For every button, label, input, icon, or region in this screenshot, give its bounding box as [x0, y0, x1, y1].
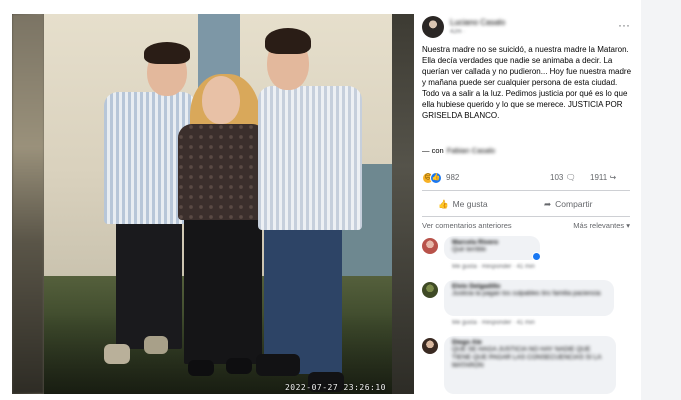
comment-bubble: Marcela Rivero Qué terrible [444, 236, 540, 260]
photo-left-blur-strip [12, 14, 44, 394]
like-button-label: Me gusta [452, 199, 488, 209]
person-center-shoe [226, 358, 252, 374]
post-panel: Luciano Casalo 42m · ··· Nuestra madre n… [414, 14, 638, 400]
shares-count[interactable]: 1911 ↪ [590, 173, 616, 182]
tagged-with: — con Fabian Casalo [422, 146, 495, 155]
share-button-label: Compartir [555, 199, 593, 209]
person-center-blouse [178, 124, 266, 220]
previous-comments-link[interactable]: Ver comentarios anteriores [422, 221, 512, 230]
comment-reaction-icon [532, 252, 541, 261]
person-left-hair [144, 42, 190, 64]
thumbs-up-icon: 👍 [438, 198, 449, 209]
share-button[interactable]: ➦ Compartir [544, 196, 592, 212]
person-left-shoe [144, 336, 168, 354]
commenter-avatar[interactable] [422, 282, 438, 298]
comment-text: Qué terrible [452, 246, 486, 253]
person-left-legs [116, 219, 182, 349]
divider-bottom [422, 216, 630, 217]
commenter-name[interactable]: Elvio Delgadillo [452, 283, 606, 290]
chevron-down-icon: ▾ [626, 221, 630, 230]
person-center-shoe [188, 360, 214, 376]
comment-text: Justicia la pagan los culpables tiro fam… [452, 290, 601, 297]
divider-top [422, 190, 630, 191]
comment-bubble: Diego Ale QUE SE HAGA JUSTICIA NO HAY NA… [444, 336, 616, 394]
person-center-head [202, 76, 240, 124]
person-right-shirt [258, 86, 362, 230]
page-right-gutter [641, 0, 681, 400]
more-options-icon[interactable]: ··· [618, 19, 630, 31]
commenter-name[interactable]: Marcela Rivero [452, 239, 532, 246]
person-right-hair [265, 28, 311, 54]
commenter-name[interactable]: Diego Ale [452, 339, 608, 346]
share-arrow-icon: ↪ [609, 173, 617, 182]
post-body-text: Nuestra madre no se suicidó, a nuestra m… [422, 45, 632, 120]
shares-count-value: 1911 [590, 173, 608, 182]
author-avatar[interactable] [422, 16, 444, 38]
share-icon: ➦ [544, 198, 552, 209]
comment-text: QUE SE HAGA JUSTICIA NO HAY NADIE QUE TI… [452, 346, 602, 369]
person-left-shoe [104, 344, 130, 364]
comments-bar: Ver comentarios anteriores Más relevante… [422, 220, 630, 234]
commenter-avatar[interactable] [422, 238, 438, 254]
person-right-legs [264, 224, 342, 374]
post-photo[interactable]: 2022-07-27 23:26:10 [12, 14, 414, 394]
person-right-shoe [256, 354, 300, 376]
comment-bubble-icon: 🗨 [565, 173, 576, 182]
comments-count-value: 103 [550, 173, 564, 182]
post-actions: 👍 Me gusta ➦ Compartir [422, 194, 630, 214]
sort-comments-dropdown[interactable]: Más relevantes ▾ [573, 221, 630, 230]
tagged-person-link[interactable]: Fabian Casalo [447, 146, 495, 155]
comment-meta[interactable]: Me gusta · Responder · 41 min [452, 264, 535, 270]
comment-meta[interactable]: Me gusta · Responder · 41 min [452, 320, 535, 326]
like-reaction-icon: 👍 [430, 172, 442, 184]
reaction-icons[interactable]: ☹ 👍 [422, 172, 444, 184]
post-time[interactable]: 42m · [450, 29, 465, 35]
photo-timestamp: 2022-07-27 23:26:10 [284, 383, 386, 392]
screenshot-stage: 2022-07-27 23:26:10 Luciano Casalo 42m ·… [0, 0, 681, 400]
sort-comments-label: Más relevantes [573, 221, 625, 230]
post-header: Luciano Casalo 42m · ··· [422, 16, 632, 42]
commenter-avatar[interactable] [422, 338, 438, 354]
photo-right-blur-strip [392, 14, 414, 394]
comment-bubble: Elvio Delgadillo Justicia la pagan los c… [444, 280, 614, 316]
comments-count[interactable]: 103 🗨 [550, 173, 576, 182]
reactions-count[interactable]: 982 [446, 173, 459, 182]
author-name[interactable]: Luciano Casalo [450, 18, 505, 27]
post-stats: ☹ 👍 982 103 🗨 1911 ↪ [422, 172, 630, 186]
like-button[interactable]: 👍 Me gusta [438, 196, 488, 212]
person-center-legs [184, 214, 262, 364]
tagged-prefix: — con [422, 146, 444, 155]
